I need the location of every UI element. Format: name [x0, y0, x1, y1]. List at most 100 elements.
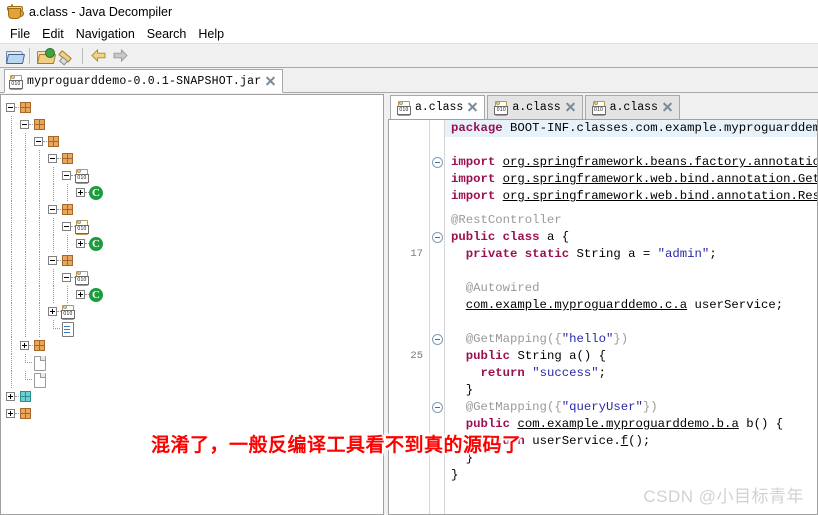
tree-toggle-minus[interactable]: [61, 269, 75, 286]
tree-indent-guide: [47, 235, 61, 252]
tree-indent-guide: [19, 286, 33, 303]
tree-node[interactable]: 010: [5, 269, 383, 286]
tree-node[interactable]: [5, 201, 383, 218]
menu-bar: File Edit Navigation Search Help: [0, 24, 818, 43]
class-file-icon: 010: [61, 304, 75, 319]
open-type-icon[interactable]: [34, 46, 56, 66]
class-file-icon: 010: [494, 100, 508, 115]
tree-node[interactable]: [5, 354, 383, 371]
tree-node[interactable]: [5, 150, 383, 167]
class-file-icon: 010: [75, 168, 89, 183]
tree-toggle-plus[interactable]: [5, 405, 19, 422]
tree-leaf-connector: [47, 320, 61, 337]
tree-node[interactable]: 010: [5, 303, 383, 320]
tree-toggle-plus[interactable]: [19, 337, 33, 354]
menu-item-navigation[interactable]: Navigation: [70, 26, 141, 42]
tree-toggle-minus[interactable]: [47, 201, 61, 218]
code-line: }: [445, 382, 473, 399]
tree-toggle-minus[interactable]: [19, 116, 33, 133]
tree-toggle-plus[interactable]: [5, 388, 19, 405]
tree-toggle-plus[interactable]: [75, 184, 89, 201]
tree-toggle-minus[interactable]: [33, 133, 47, 150]
tree-toggle-plus[interactable]: [75, 235, 89, 252]
tree-toggle-plus[interactable]: [75, 286, 89, 303]
tree-indent-guide: [19, 201, 33, 218]
tree-indent-guide: [47, 269, 61, 286]
close-icon[interactable]: [662, 102, 673, 113]
forward-arrow-icon[interactable]: [109, 46, 131, 66]
editor-tab-1[interactable]: 010 a.class: [487, 95, 582, 119]
tree-toggle-minus[interactable]: [47, 150, 61, 167]
package-tree: 010C010C010C010: [1, 95, 383, 422]
tree-node[interactable]: [5, 320, 383, 337]
tree-node[interactable]: [5, 337, 383, 354]
tree-indent-guide: [5, 201, 19, 218]
jar-tab-myproguarddemo[interactable]: 010 myproguarddemo-0.0.1-SNAPSHOT.jar: [4, 69, 283, 93]
tree-node[interactable]: [5, 388, 383, 405]
code-line: public class a {: [445, 229, 569, 246]
class-file-icon: 010: [75, 270, 89, 285]
editor-tab-0[interactable]: 010 a.class: [390, 95, 485, 119]
package-tree-pane[interactable]: 010C010C010C010: [0, 94, 384, 515]
tree-indent-guide: [33, 286, 47, 303]
tree-indent-guide: [33, 235, 47, 252]
close-icon[interactable]: [565, 102, 576, 113]
open-file-icon[interactable]: [3, 46, 25, 66]
menu-item-edit[interactable]: Edit: [36, 26, 70, 42]
tree-node[interactable]: [5, 252, 383, 269]
tree-indent-guide: [5, 116, 19, 133]
tree-toggle-plus[interactable]: [47, 303, 61, 320]
code-line: @GetMapping({"hello"}): [445, 331, 628, 348]
line-number: 17: [410, 246, 423, 263]
fold-collapse-icon[interactable]: [432, 402, 443, 413]
source-code-view[interactable]: package BOOT-INF.classes.com.example.myp…: [445, 120, 817, 514]
tree-node[interactable]: [5, 371, 383, 388]
tree-node[interactable]: C: [5, 235, 383, 252]
menu-item-help[interactable]: Help: [192, 26, 230, 42]
editor-tab-label: a.class: [610, 101, 658, 114]
yaml-file-icon: [61, 322, 74, 336]
class-file-icon: 010: [592, 100, 606, 115]
editor-pane: 010 a.class 010 a.class 010 a.cla: [388, 94, 818, 515]
line-number: 25: [410, 348, 423, 365]
tree-indent-guide: [5, 286, 19, 303]
package-icon: [61, 203, 75, 216]
tree-toggle-minus[interactable]: [61, 167, 75, 184]
fold-collapse-icon[interactable]: [432, 232, 443, 243]
jar-tab-strip: 010 myproguarddemo-0.0.1-SNAPSHOT.jar: [0, 68, 818, 93]
back-arrow-icon[interactable]: [87, 46, 109, 66]
tree-indent-guide: [19, 218, 33, 235]
menu-item-search[interactable]: Search: [141, 26, 193, 42]
close-icon[interactable]: [467, 102, 478, 113]
editor-tab-2[interactable]: 010 a.class: [585, 95, 680, 119]
tree-node[interactable]: 010: [5, 167, 383, 184]
tree-toggle-minus[interactable]: [5, 99, 19, 116]
package-icon: [33, 118, 47, 131]
tree-indent-guide: [19, 150, 33, 167]
code-line: import org.springframework.web.bind.anno…: [445, 188, 817, 205]
close-icon[interactable]: [265, 76, 276, 87]
line-number-gutter: 1725: [389, 120, 430, 514]
editor-body: 1725 package BOOT-INF.classes.com.exampl…: [388, 119, 818, 515]
tree-toggle-minus[interactable]: [47, 252, 61, 269]
tree-node[interactable]: [5, 133, 383, 150]
tree-indent-guide: [19, 184, 33, 201]
tree-node[interactable]: 010: [5, 218, 383, 235]
open-source-icon[interactable]: [56, 46, 78, 66]
tree-indent-guide: [5, 167, 19, 184]
menu-item-file[interactable]: File: [4, 26, 36, 42]
tree-indent-guide: [61, 286, 75, 303]
fold-collapse-icon[interactable]: [432, 157, 443, 168]
tree-node[interactable]: [5, 99, 383, 116]
fold-marker-strip[interactable]: [430, 120, 445, 514]
tree-toggle-minus[interactable]: [61, 218, 75, 235]
tree-node[interactable]: C: [5, 286, 383, 303]
jar-tab-label: myproguarddemo-0.0.1-SNAPSHOT.jar: [27, 75, 261, 88]
tree-node[interactable]: [5, 116, 383, 133]
tree-leaf-connector: [19, 354, 33, 371]
editor-tab-strip: 010 a.class 010 a.class 010 a.cla: [388, 94, 818, 119]
tree-node[interactable]: C: [5, 184, 383, 201]
tree-node[interactable]: [5, 405, 383, 422]
tree-indent-guide: [33, 218, 47, 235]
fold-collapse-icon[interactable]: [432, 334, 443, 345]
